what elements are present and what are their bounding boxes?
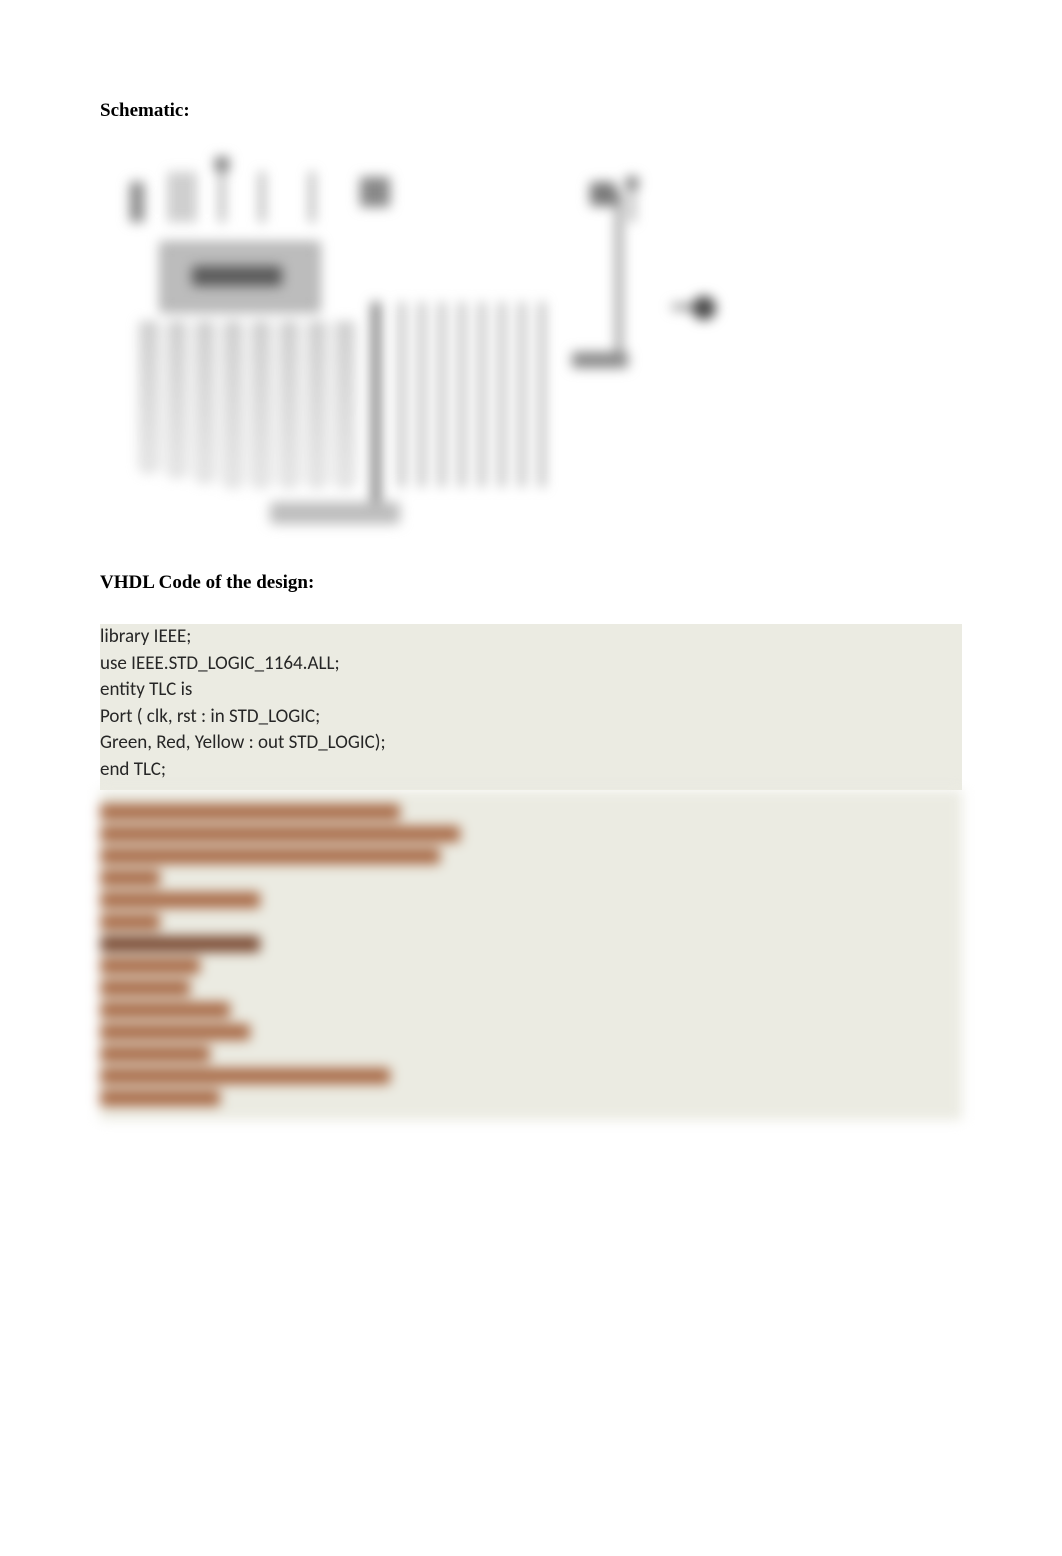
blurred-line (100, 914, 160, 930)
schematic-pin (260, 172, 264, 222)
schematic-heading: Schematic: (100, 100, 962, 122)
code-line: use IEEE.STD_LOGIC_1164.ALL; (100, 651, 962, 678)
blurred-line (100, 936, 260, 952)
code-line: Port ( clk, rst : in STD_LOGIC; (100, 704, 962, 731)
blurred-line (100, 1046, 210, 1062)
schematic-bottom-wires (140, 322, 620, 492)
schematic-pin (170, 172, 174, 222)
blurred-line (100, 804, 400, 820)
schematic-pin (220, 162, 224, 222)
blurred-line (100, 980, 190, 996)
blurred-line (100, 1090, 220, 1106)
schematic-pin (130, 182, 144, 222)
schematic-wire (252, 322, 270, 487)
schematic-wire (520, 302, 524, 487)
blurred-line (100, 1024, 250, 1040)
blurred-line (100, 848, 440, 864)
schematic-pin (310, 172, 314, 222)
vhdl-code-blurred (100, 790, 962, 1120)
schematic-wire (672, 304, 692, 310)
schematic-node (590, 182, 616, 206)
schematic-node (630, 182, 634, 222)
schematic-wire (500, 302, 504, 487)
code-line: entity TLC is (100, 677, 962, 704)
schematic-wire (140, 322, 158, 472)
schematic-wire (460, 302, 464, 487)
schematic-pin (360, 177, 390, 207)
schematic-wire (168, 322, 186, 477)
schematic-wire (224, 322, 242, 487)
blurred-line (100, 892, 260, 908)
schematic-wire (308, 322, 326, 487)
schematic-divider (372, 302, 380, 502)
code-line: end TLC; (100, 757, 962, 784)
schematic-diagram (100, 162, 720, 532)
schematic-top-pins (130, 162, 410, 242)
schematic-foot-label (270, 502, 400, 524)
blurred-line (100, 826, 460, 842)
schematic-wire (336, 322, 354, 487)
blurred-line (100, 1002, 230, 1018)
blurred-line (100, 870, 160, 886)
code-line: library IEEE; (100, 624, 962, 651)
schematic-terminal (692, 296, 716, 320)
schematic-pin (190, 172, 194, 222)
schematic-wire (280, 322, 298, 487)
vhdl-heading: VHDL Code of the design: (100, 572, 962, 594)
schematic-wire (480, 302, 484, 487)
schematic-node (572, 352, 628, 368)
schematic-vertical-wire (616, 192, 622, 352)
schematic-block-label (192, 266, 282, 286)
schematic-wire (540, 302, 544, 487)
schematic-wire (196, 322, 214, 482)
blurred-line (100, 1068, 390, 1084)
schematic-wire (440, 302, 444, 487)
schematic-main-block (160, 242, 320, 312)
schematic-pin (180, 172, 184, 222)
schematic-output-node (670, 282, 720, 342)
vhdl-code-block: library IEEE; use IEEE.STD_LOGIC_1164.AL… (100, 624, 962, 790)
code-line: Green, Red, Yellow : out STD_LOGIC); (100, 730, 962, 757)
schematic-wire (400, 302, 404, 487)
schematic-right-block (560, 182, 640, 372)
schematic-wire (420, 302, 424, 487)
blurred-line (100, 958, 200, 974)
